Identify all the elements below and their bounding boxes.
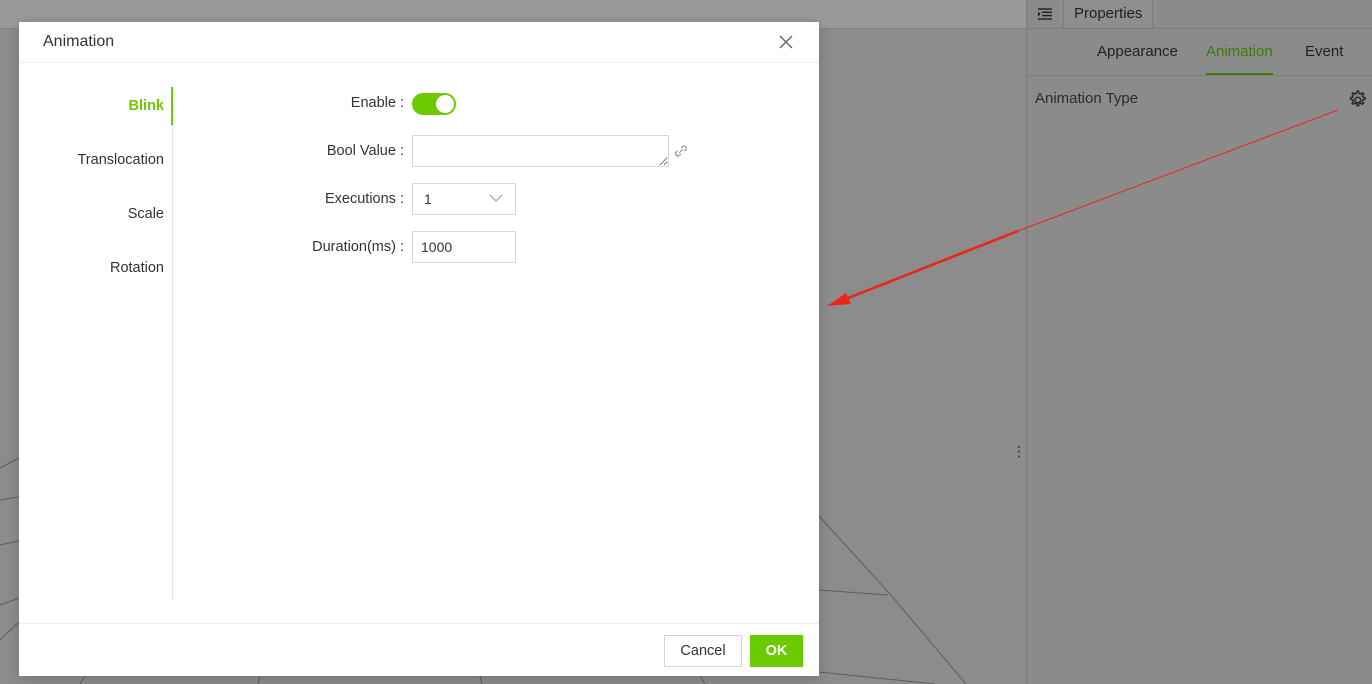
duration-label: Duration(ms) : xyxy=(312,239,404,255)
duration-input[interactable] xyxy=(412,231,516,263)
ok-button[interactable]: OK xyxy=(750,635,803,667)
animation-type-label: Animation Type xyxy=(1035,90,1139,107)
animation-dialog: Animation Blink Translocation Scale Rota… xyxy=(19,22,819,676)
properties-panel: Properties Appearance Animation Event An… xyxy=(1026,0,1372,684)
animation-type-nav: Blink Translocation Scale Rotation xyxy=(19,84,173,600)
link-icon[interactable] xyxy=(673,143,689,159)
nav-item-translocation[interactable]: Translocation xyxy=(19,141,172,179)
executions-label: Executions : xyxy=(325,191,404,207)
properties-header: Properties xyxy=(1027,0,1372,29)
enable-label: Enable : xyxy=(350,95,404,111)
dialog-footer: Cancel OK xyxy=(19,623,819,677)
nav-item-rotation[interactable]: Rotation xyxy=(19,249,172,287)
tab-appearance[interactable]: Appearance xyxy=(1097,29,1178,75)
bool-value-label: Bool Value : xyxy=(326,143,404,159)
panel-collapse-handle[interactable]: ⋮ xyxy=(1012,440,1026,462)
outline-list-icon[interactable] xyxy=(1027,0,1063,28)
chevron-down-icon xyxy=(489,194,503,202)
nav-item-blink[interactable]: Blink xyxy=(19,87,173,125)
enable-toggle[interactable] xyxy=(412,93,456,115)
vertical-ellipsis-icon: ⋮ xyxy=(1012,443,1026,459)
tab-event[interactable]: Event xyxy=(1305,29,1343,75)
executions-select[interactable]: 1 xyxy=(412,183,516,215)
close-icon[interactable] xyxy=(777,33,797,53)
properties-tabs: Appearance Animation Event xyxy=(1027,29,1372,76)
bool-value-input[interactable] xyxy=(412,135,669,167)
dialog-header: Animation xyxy=(19,22,819,63)
executions-value: 1 xyxy=(424,191,432,207)
gear-icon[interactable] xyxy=(1345,88,1369,112)
properties-title-tab[interactable]: Properties xyxy=(1063,0,1154,28)
tab-animation[interactable]: Animation xyxy=(1206,29,1273,75)
dialog-title: Animation xyxy=(43,33,115,50)
cancel-button[interactable]: Cancel xyxy=(664,635,742,667)
toggle-knob xyxy=(436,95,454,113)
nav-item-scale[interactable]: Scale xyxy=(19,195,172,233)
